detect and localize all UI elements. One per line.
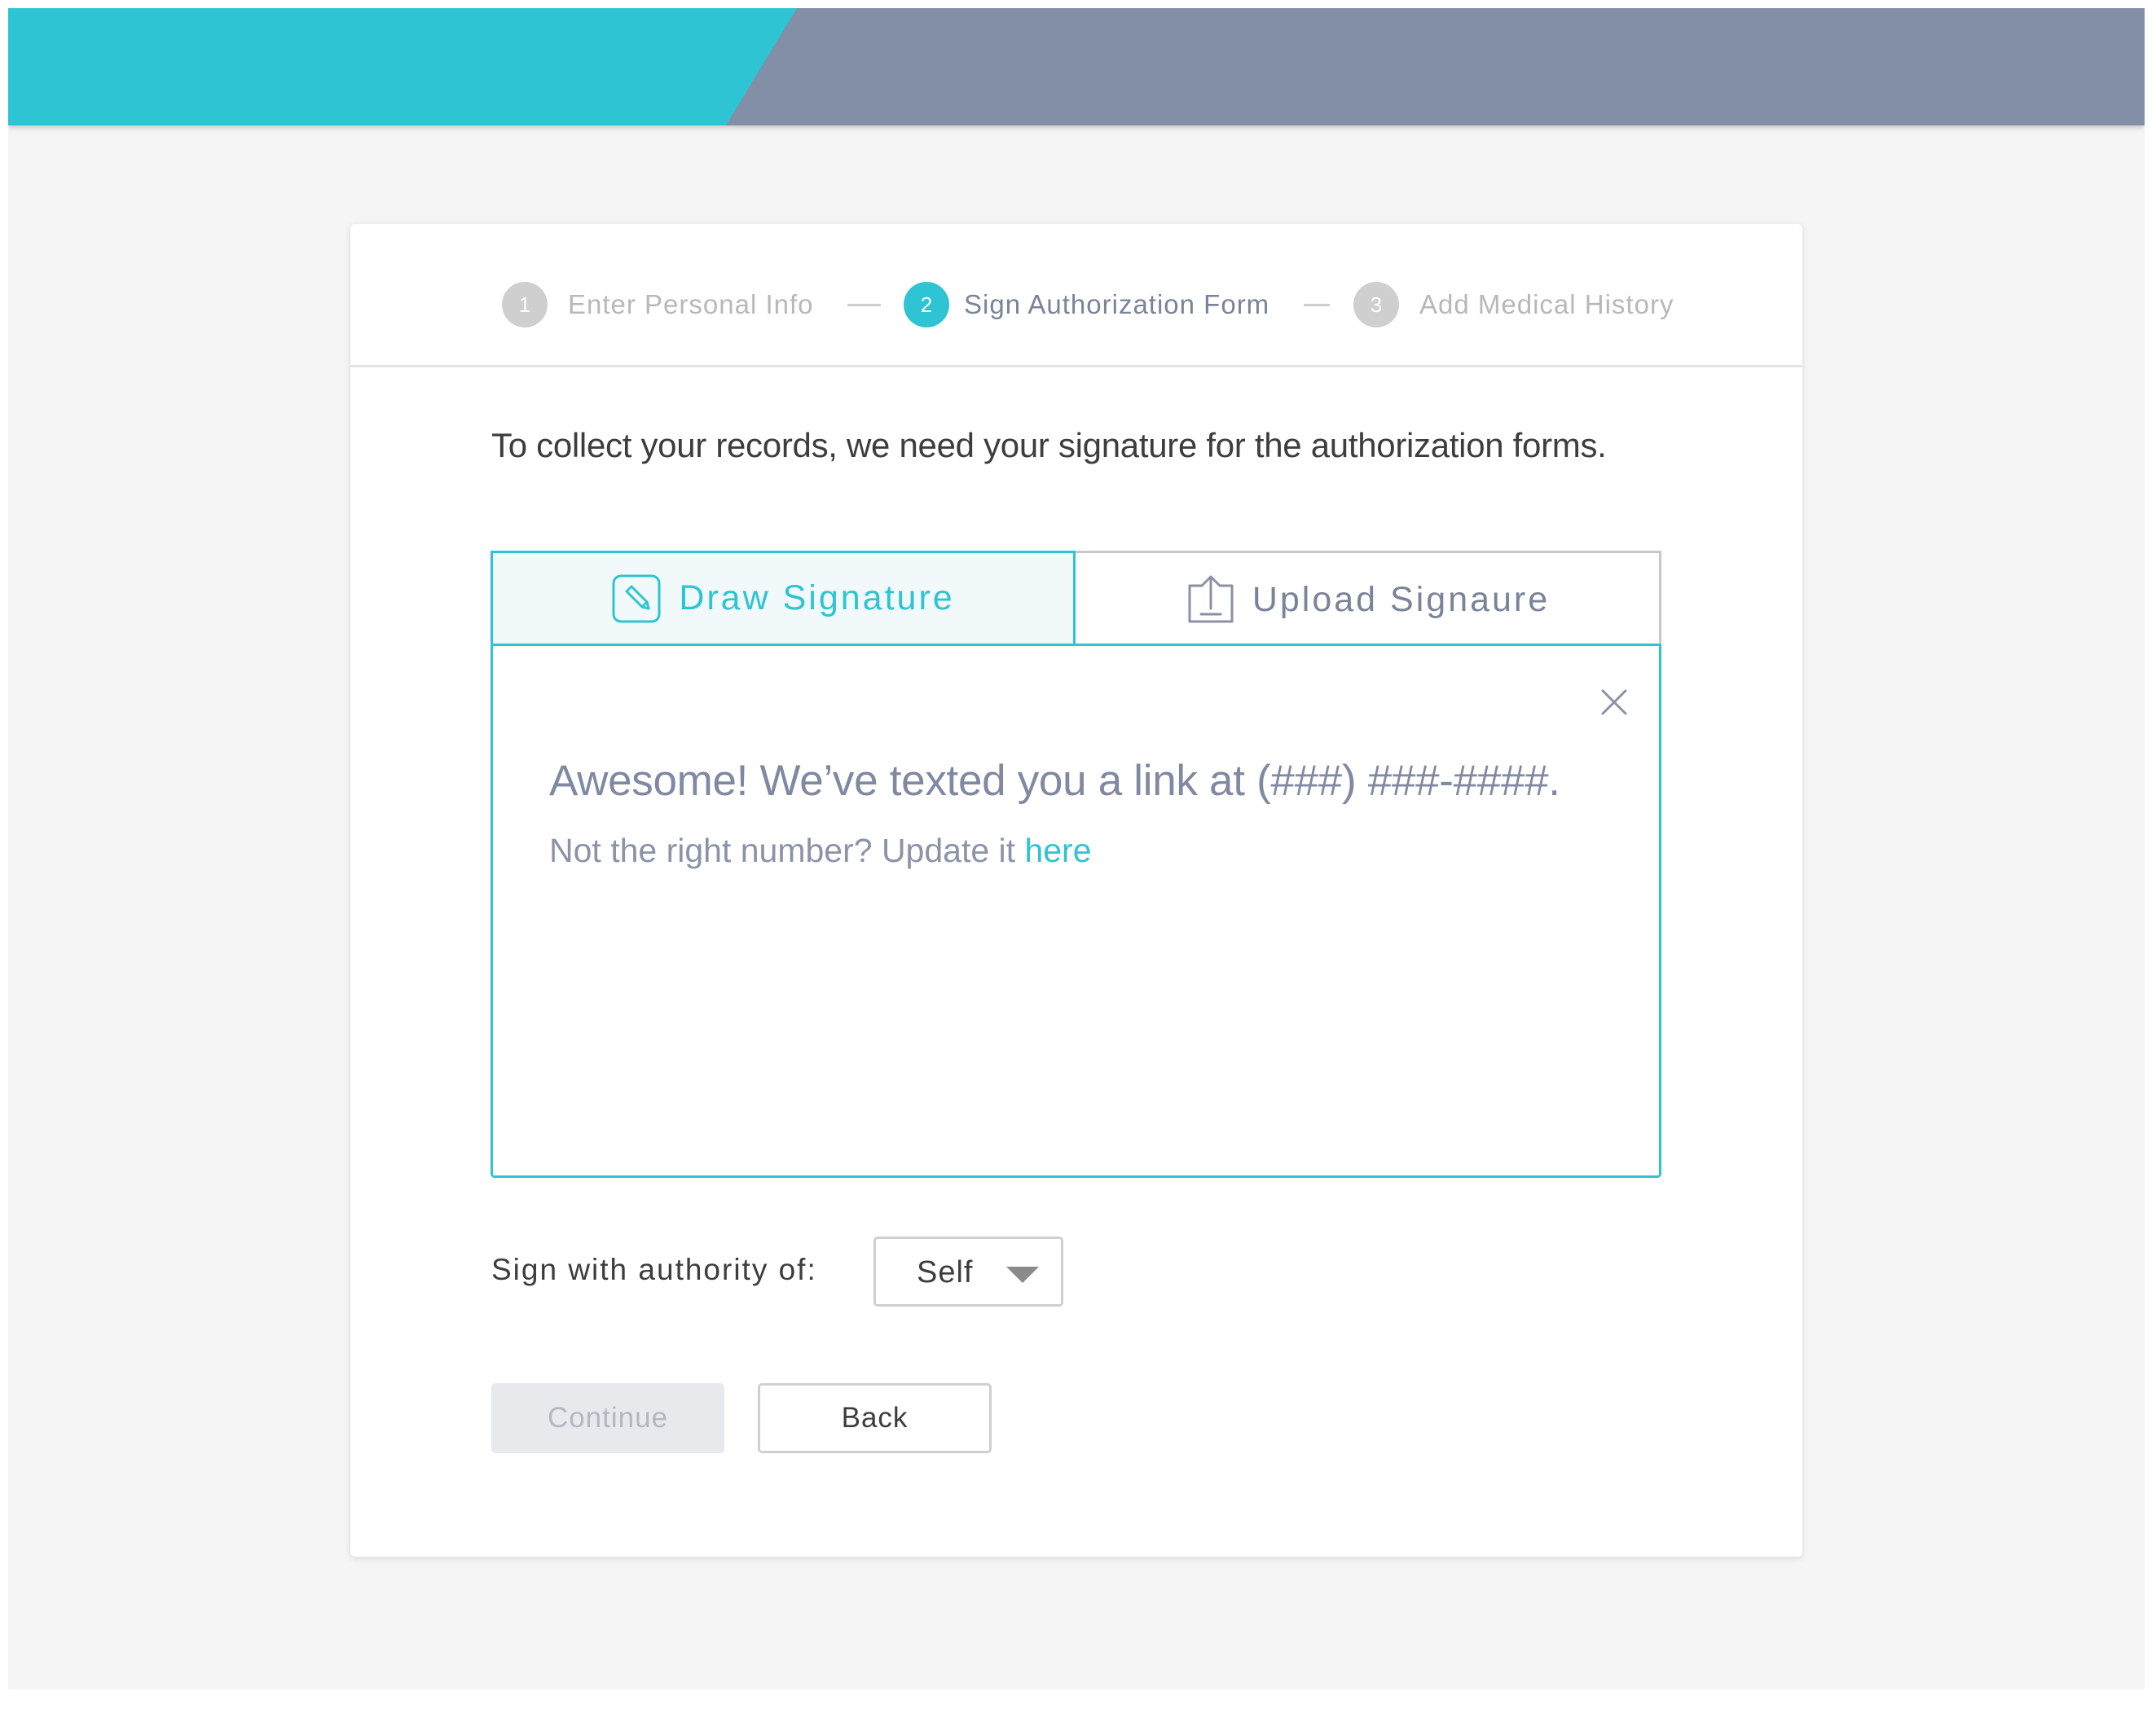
- step-label: Enter Personal Info: [568, 289, 814, 319]
- back-button[interactable]: Back: [758, 1383, 992, 1453]
- caret-down-icon: [1006, 1267, 1039, 1283]
- intro-text: To collect your records, we need your si…: [491, 426, 1607, 464]
- step-number-badge: 2: [904, 282, 949, 327]
- tab-label: Draw Signature: [679, 578, 955, 617]
- header-accent-stripe: [8, 8, 797, 125]
- step-sign-authorization-form[interactable]: 2 Sign Authorization Form: [904, 282, 1269, 327]
- continue-button[interactable]: Continue: [491, 1383, 724, 1453]
- step-label: Add Medical History: [1419, 289, 1674, 319]
- draw-signature-icon: [611, 573, 662, 624]
- tab-label: Upload Signaure: [1252, 579, 1551, 619]
- authorization-card: 1 Enter Personal Info 2 Sign Authorizati…: [350, 224, 1802, 1557]
- step-separator: [1304, 304, 1330, 306]
- step-number-badge: 3: [1353, 282, 1399, 327]
- step-label: Sign Authorization Form: [964, 289, 1270, 319]
- step-enter-personal-info[interactable]: 1 Enter Personal Info: [502, 282, 814, 327]
- upload-icon: [1185, 574, 1235, 625]
- update-number-prefix: Not the right number? Update it: [549, 832, 1025, 869]
- page-canvas: 1 Enter Personal Info 2 Sign Authorizati…: [8, 8, 2145, 1689]
- authority-select[interactable]: Self: [873, 1237, 1063, 1307]
- progress-stepper: 1 Enter Personal Info 2 Sign Authorizati…: [350, 224, 1802, 367]
- signature-panel: Awesome! We’ve texted you a link at (###…: [491, 644, 1661, 1178]
- update-number-message: Not the right number? Update it here: [549, 832, 1092, 870]
- close-icon[interactable]: [1599, 688, 1629, 717]
- signature-method-tabs: Draw Signature Upload Signaure: [491, 551, 1661, 646]
- header-banner: [8, 8, 2145, 125]
- tab-upload-signature[interactable]: Upload Signaure: [1076, 551, 1661, 646]
- update-number-link[interactable]: here: [1024, 832, 1091, 869]
- step-add-medical-history[interactable]: 3 Add Medical History: [1353, 282, 1674, 327]
- tab-draw-signature[interactable]: Draw Signature: [491, 551, 1076, 646]
- step-separator: [847, 304, 881, 306]
- step-number-badge: 1: [502, 282, 548, 327]
- authority-selected-value: Self: [917, 1255, 974, 1289]
- authority-label: Sign with authority of:: [491, 1253, 817, 1286]
- texted-link-message: Awesome! We’ve texted you a link at (###…: [549, 757, 1560, 805]
